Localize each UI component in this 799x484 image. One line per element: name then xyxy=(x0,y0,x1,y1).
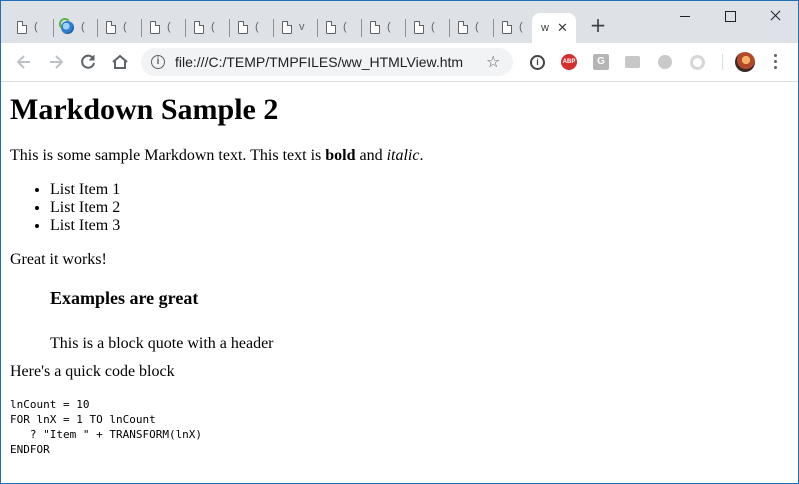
reload-icon xyxy=(81,54,95,69)
g-extension-icon[interactable]: G xyxy=(593,54,609,70)
code-intro-paragraph: Here's a quick code block xyxy=(10,363,175,380)
browser-window: ( ( ( ( ( ( v ( ( ( ( ( w ✕ + i file:///… xyxy=(0,0,799,484)
quote-text: This is a block quote with a header xyxy=(50,335,274,352)
close-tab-icon[interactable]: ✕ xyxy=(557,21,568,36)
tab-title: ( xyxy=(343,21,347,33)
minimize-button[interactable] xyxy=(662,1,708,31)
quote-heading: Examples are great xyxy=(50,288,199,308)
ring-extension-icon[interactable] xyxy=(690,55,705,70)
tab-12[interactable]: ( xyxy=(494,13,523,41)
intro-text: This is some sample Markdown text. This … xyxy=(10,147,326,164)
tab-6[interactable]: ( xyxy=(230,13,259,41)
info-extension-icon[interactable]: i xyxy=(530,55,545,70)
page-icon xyxy=(194,20,204,34)
new-tab-button[interactable]: + xyxy=(587,14,609,36)
page-icon xyxy=(17,20,27,34)
maximize-button[interactable] xyxy=(707,1,753,31)
tab-title: ( xyxy=(475,21,479,33)
page-icon xyxy=(150,20,160,34)
tab-strip: ( ( ( ( ( ( v ( ( ( ( ( w ✕ + xyxy=(1,1,798,43)
back-arrow-icon xyxy=(16,55,30,69)
intro-mid-text: and xyxy=(355,147,387,164)
bookmark-star-icon[interactable]: ☆ xyxy=(486,52,500,71)
tab-11[interactable]: ( xyxy=(450,13,479,41)
list-item: List Item 2 xyxy=(50,199,120,217)
tab-title: ( xyxy=(519,21,523,33)
tab-title: ( xyxy=(255,21,259,33)
page-icon xyxy=(282,20,292,34)
tab-3[interactable]: ( xyxy=(98,13,127,41)
tab-title: ( xyxy=(34,21,38,33)
adblock-plus-icon[interactable]: ABP xyxy=(561,54,577,70)
tab-4[interactable]: ( xyxy=(142,13,171,41)
tab-title: v xyxy=(299,21,305,33)
tab-5[interactable]: ( xyxy=(186,13,215,41)
url-text[interactable]: file:///C:/TEMP/TMPFILES/ww_HTMLView.htm xyxy=(175,54,463,70)
tab-2[interactable]: ( xyxy=(54,13,85,41)
close-window-button[interactable] xyxy=(752,1,798,31)
intro-end-text: . xyxy=(419,147,424,164)
forward-arrow-icon xyxy=(50,55,64,69)
tab-1[interactable]: ( xyxy=(9,13,38,41)
edge-globe-icon xyxy=(59,17,74,34)
tab-9[interactable]: ( xyxy=(362,13,391,41)
forward-button[interactable] xyxy=(45,51,67,73)
home-icon xyxy=(112,54,128,69)
page-icon xyxy=(502,20,512,34)
bold-text: bold xyxy=(325,147,356,164)
tab-title: w xyxy=(541,22,549,34)
page-heading: Markdown Sample 2 xyxy=(10,93,279,126)
block-quote: Examples are great This is a block quote… xyxy=(50,288,274,353)
page-icon xyxy=(326,20,336,34)
tab-8[interactable]: ( xyxy=(318,13,347,41)
list-item: List Item 3 xyxy=(50,217,120,235)
tab-7[interactable]: v xyxy=(274,13,305,41)
toolbar-separator xyxy=(722,54,723,70)
after-list-paragraph: Great it works! xyxy=(10,251,107,268)
chat-extension-icon[interactable] xyxy=(625,56,640,68)
tab-10[interactable]: ( xyxy=(406,13,435,41)
bullet-list: List Item 1 List Item 2 List Item 3 xyxy=(10,181,120,235)
page-icon xyxy=(106,20,116,34)
tab-title: ( xyxy=(81,21,85,33)
intro-paragraph: This is some sample Markdown text. This … xyxy=(10,147,423,165)
tab-title: ( xyxy=(123,21,127,33)
page-icon xyxy=(414,20,424,34)
site-info-icon[interactable]: i xyxy=(151,55,165,69)
tab-active[interactable]: w ✕ xyxy=(532,13,576,43)
tab-title: ( xyxy=(387,21,391,33)
page-icon xyxy=(370,20,380,34)
tab-title: ( xyxy=(167,21,171,33)
profile-avatar[interactable] xyxy=(735,52,755,72)
code-block: lnCount = 10 FOR lnX = 1 TO lnCount ? "I… xyxy=(10,398,203,456)
page-icon xyxy=(238,20,248,34)
list-item: List Item 1 xyxy=(50,181,120,199)
toolbar: i file:///C:/TEMP/TMPFILES/ww_HTMLView.h… xyxy=(1,43,798,82)
home-button[interactable] xyxy=(109,51,131,73)
back-button[interactable] xyxy=(13,51,35,73)
menu-kebab-icon[interactable] xyxy=(774,54,778,70)
tab-title: ( xyxy=(211,21,215,33)
reload-button[interactable] xyxy=(77,51,99,73)
circle-extension-icon[interactable] xyxy=(658,55,672,69)
address-bar[interactable]: i file:///C:/TEMP/TMPFILES/ww_HTMLView.h… xyxy=(141,48,513,76)
page-icon xyxy=(458,20,468,34)
italic-text: italic xyxy=(386,147,420,164)
tab-title: ( xyxy=(431,21,435,33)
